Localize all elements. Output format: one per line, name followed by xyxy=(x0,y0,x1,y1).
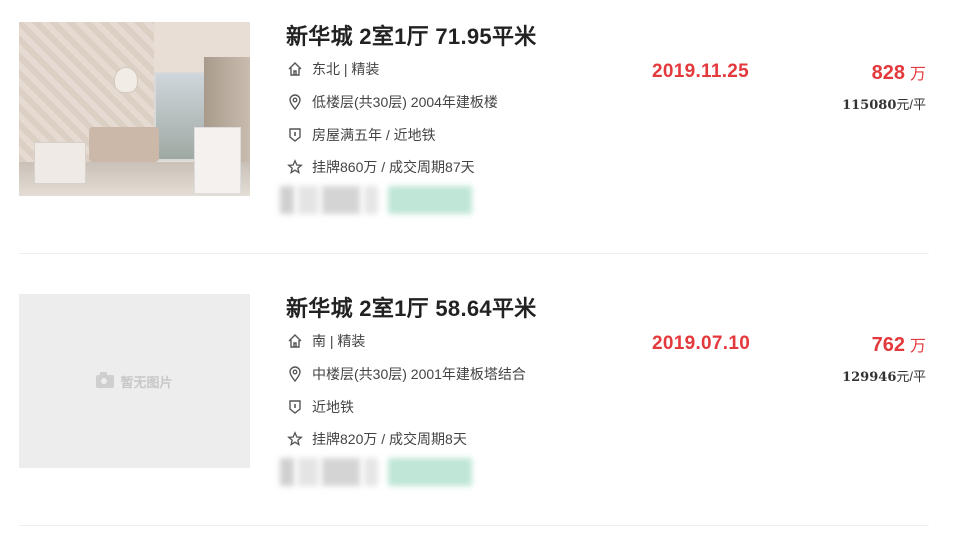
blurred-tag xyxy=(322,458,360,486)
listing-cycle: 挂牌820万 / 成交周期8天 xyxy=(312,431,467,447)
listing-cycle-row: 挂牌860万 / 成交周期87天 xyxy=(286,157,475,177)
location-pin-icon xyxy=(286,365,304,383)
orientation-row: 东北 | 精装 xyxy=(286,59,379,79)
blurred-tag xyxy=(388,186,472,214)
listing-photo[interactable] xyxy=(19,22,250,196)
floor-info: 低楼层(共30层) 2004年建板楼 xyxy=(312,94,498,110)
list-item[interactable]: 新华城 2室1厅 71.95平米 东北 | 精装 低楼层(共30层) 2004年… xyxy=(0,0,969,272)
unit-price-value: 129946 xyxy=(842,370,897,385)
listing-photo[interactable]: 暂无图片 xyxy=(19,294,250,468)
no-photo-placeholder: 暂无图片 xyxy=(19,294,250,468)
blurred-tag xyxy=(298,186,318,214)
listing-title[interactable]: 新华城 2室1厅 71.95平米 xyxy=(286,19,537,51)
tags-row: 房屋满五年 / 近地铁 xyxy=(286,125,436,145)
floor-row: 低楼层(共30层) 2004年建板楼 xyxy=(286,92,498,112)
list-item[interactable]: 暂无图片 新华城 2室1厅 58.64平米 南 | 精装 中楼层(共30层) 2… xyxy=(0,272,969,534)
deal-date: 2019.07.10 xyxy=(652,333,751,354)
house-tags: 近地铁 xyxy=(312,399,354,415)
blurred-tag xyxy=(388,458,472,486)
living-room-photo xyxy=(19,22,250,196)
blurred-tag xyxy=(364,458,378,486)
shield-icon xyxy=(286,398,304,416)
total-price-unit: 万 xyxy=(909,338,926,355)
orientation-decor: 南 | 精装 xyxy=(312,333,366,349)
star-icon xyxy=(286,430,304,448)
shield-icon xyxy=(286,126,304,144)
unit-price: 129946元/平 xyxy=(842,366,926,385)
total-price: 828 万 xyxy=(872,60,926,85)
orientation-decor: 东北 | 精装 xyxy=(312,61,380,77)
location-pin-icon xyxy=(286,93,304,111)
listing-cycle-row: 挂牌820万 / 成交周期8天 xyxy=(286,429,467,449)
blurred-tag xyxy=(298,458,318,486)
deal-date: 2019.11.25 xyxy=(652,61,750,82)
divider xyxy=(19,525,929,526)
unit-price-value: 115080 xyxy=(842,98,897,113)
orientation-row: 南 | 精装 xyxy=(286,331,365,351)
blurred-tags xyxy=(280,186,476,214)
blurred-tag xyxy=(280,186,294,214)
tags-row: 近地铁 xyxy=(286,397,354,417)
divider xyxy=(19,253,929,254)
house-tags: 房屋满五年 / 近地铁 xyxy=(312,127,436,143)
home-icon xyxy=(286,332,304,350)
total-price-value: 762 xyxy=(871,334,905,356)
star-icon xyxy=(286,158,304,176)
floor-info: 中楼层(共30层) 2001年建板塔结合 xyxy=(312,366,526,382)
blurred-tags xyxy=(280,458,476,486)
total-price-value: 828 xyxy=(871,62,905,84)
blurred-tag xyxy=(364,186,378,214)
no-photo-label: 暂无图片 xyxy=(120,374,173,390)
unit-price-suffix: 元/平 xyxy=(896,369,926,384)
blurred-tag xyxy=(280,458,294,486)
listing-title[interactable]: 新华城 2室1厅 58.64平米 xyxy=(286,291,537,323)
blurred-tag xyxy=(322,186,360,214)
floor-row: 中楼层(共30层) 2001年建板塔结合 xyxy=(286,364,526,384)
camera-icon xyxy=(96,371,115,388)
deal-listing: 新华城 2室1厅 71.95平米 东北 | 精装 低楼层(共30层) 2004年… xyxy=(0,0,969,534)
total-price: 762 万 xyxy=(872,332,926,357)
home-icon xyxy=(286,60,304,78)
unit-price: 115080元/平 xyxy=(842,94,926,113)
unit-price-suffix: 元/平 xyxy=(896,97,926,112)
listing-cycle: 挂牌860万 / 成交周期87天 xyxy=(312,159,475,175)
total-price-unit: 万 xyxy=(909,66,926,83)
